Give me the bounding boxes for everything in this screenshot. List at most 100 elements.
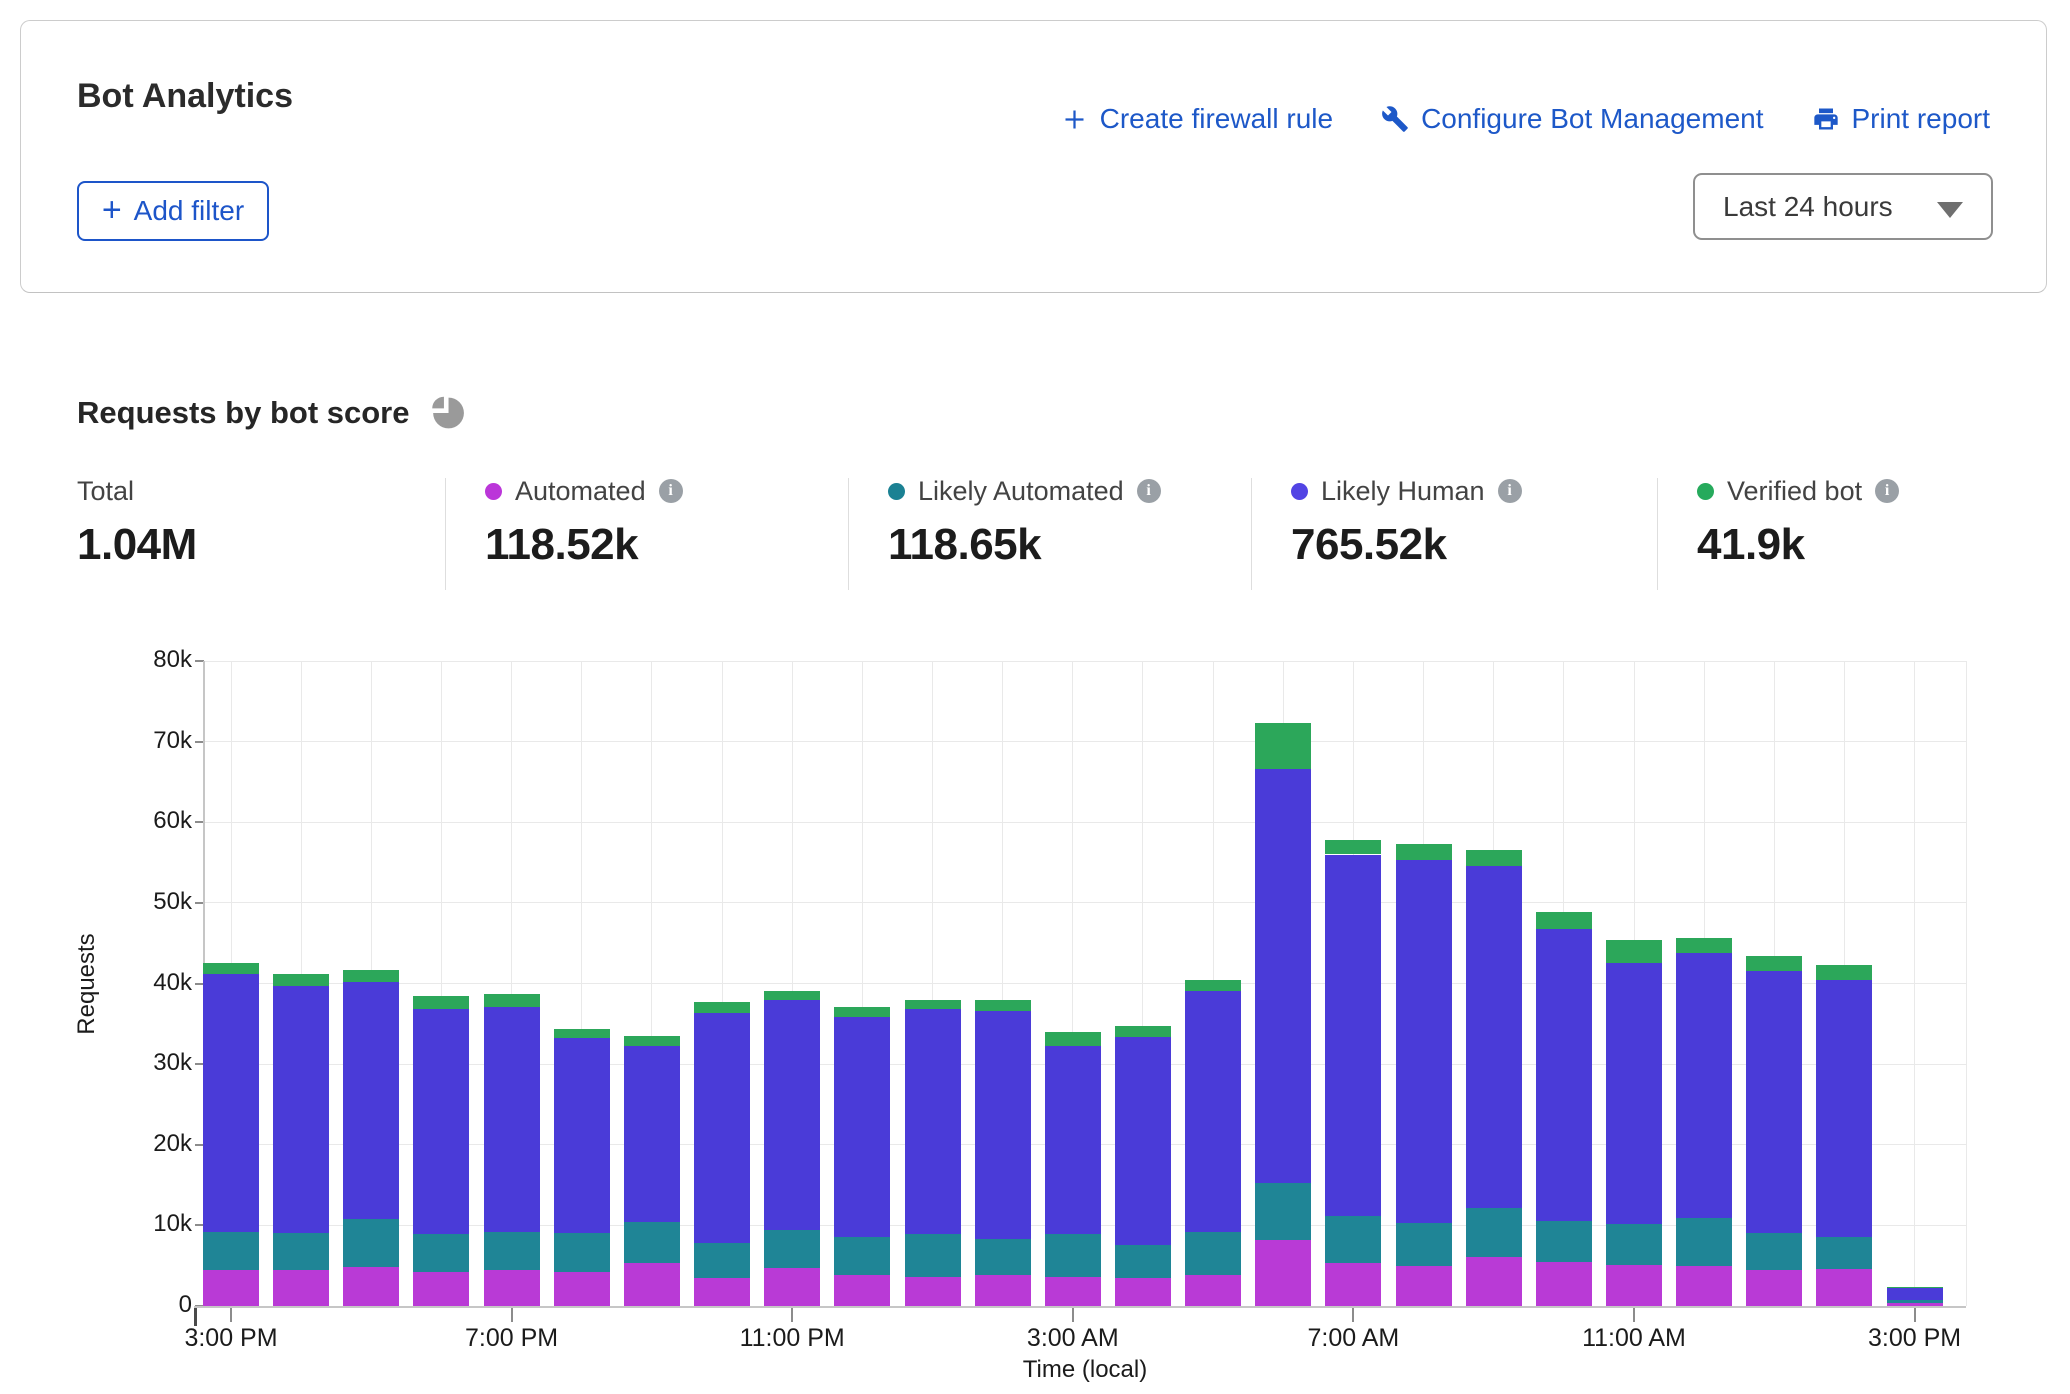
bar-segment-likely-automated[interactable] [1816,1237,1872,1269]
bar-segment-automated[interactable] [834,1275,890,1306]
bar-segment-likely-automated[interactable] [1466,1208,1522,1256]
bar-segment-likely-human[interactable] [764,1000,820,1230]
bar-segment-likely-automated[interactable] [343,1219,399,1267]
bar-segment-automated[interactable] [1045,1277,1101,1306]
bar-segment-likely-human[interactable] [413,1009,469,1234]
bar-segment-verified-bot[interactable] [694,1002,750,1012]
bar-segment-verified-bot[interactable] [1466,850,1522,865]
bar-segment-likely-human[interactable] [1255,769,1311,1183]
bar-segment-automated[interactable] [694,1278,750,1306]
bar-segment-likely-automated[interactable] [1746,1233,1802,1270]
bar-segment-automated[interactable] [1255,1240,1311,1306]
bar-segment-verified-bot[interactable] [975,1000,1031,1010]
bar-segment-likely-automated[interactable] [1887,1300,1943,1303]
bar-segment-likely-automated[interactable] [624,1222,680,1263]
bar-segment-likely-human[interactable] [343,982,399,1219]
bar-segment-verified-bot[interactable] [484,994,540,1007]
bar-segment-verified-bot[interactable] [343,970,399,982]
bar-segment-likely-automated[interactable] [1536,1221,1592,1263]
info-icon[interactable]: i [1875,479,1899,503]
bar-segment-likely-human[interactable] [1185,991,1241,1232]
bar-segment-automated[interactable] [203,1270,259,1306]
bar-segment-likely-human[interactable] [1536,929,1592,1220]
bar-segment-likely-human[interactable] [1045,1046,1101,1234]
bar-segment-automated[interactable] [1536,1262,1592,1306]
bar-segment-likely-automated[interactable] [1676,1218,1732,1266]
bar-segment-automated[interactable] [1606,1265,1662,1306]
bar-segment-likely-human[interactable] [1887,1288,1943,1299]
bar-segment-likely-automated[interactable] [694,1243,750,1278]
bar-segment-likely-automated[interactable] [203,1232,259,1270]
bar-segment-verified-bot[interactable] [1115,1026,1171,1036]
bar-segment-automated[interactable] [1887,1303,1943,1306]
bar-segment-automated[interactable] [1396,1266,1452,1306]
bar-segment-likely-human[interactable] [834,1017,890,1238]
bar-segment-automated[interactable] [1676,1266,1732,1306]
bar-segment-likely-automated[interactable] [834,1237,890,1274]
bar-segment-likely-human[interactable] [1115,1037,1171,1245]
bar-segment-likely-human[interactable] [694,1013,750,1244]
bar-segment-automated[interactable] [764,1268,820,1306]
bar-segment-verified-bot[interactable] [1676,938,1732,953]
bar-segment-verified-bot[interactable] [834,1007,890,1017]
bar-segment-automated[interactable] [1325,1263,1381,1306]
bar-segment-verified-bot[interactable] [1746,956,1802,971]
bar-segment-likely-automated[interactable] [1255,1183,1311,1239]
bar-segment-likely-automated[interactable] [484,1232,540,1270]
bar-segment-likely-automated[interactable] [413,1234,469,1272]
info-icon[interactable]: i [1137,479,1161,503]
bar-segment-verified-bot[interactable] [1325,840,1381,855]
bar-segment-automated[interactable] [484,1270,540,1306]
bar-segment-likely-automated[interactable] [1185,1232,1241,1276]
bar-segment-verified-bot[interactable] [1887,1287,1943,1289]
bar-segment-likely-human[interactable] [1606,963,1662,1223]
bar-segment-likely-human[interactable] [975,1011,1031,1239]
configure-bot-management-link[interactable]: Configure Bot Management [1381,103,1763,135]
bar-segment-likely-human[interactable] [1746,971,1802,1233]
bar-segment-likely-automated[interactable] [1606,1224,1662,1265]
bar-segment-likely-human[interactable] [273,986,329,1233]
bar-segment-likely-automated[interactable] [1396,1223,1452,1266]
bar-segment-likely-human[interactable] [1325,855,1381,1216]
bar-segment-likely-automated[interactable] [1115,1245,1171,1278]
time-range-select[interactable]: Last 24 hours [1693,173,1993,240]
bar-segment-automated[interactable] [1746,1270,1802,1306]
info-icon[interactable]: i [1498,479,1522,503]
bar-segment-verified-bot[interactable] [554,1029,610,1038]
bar-segment-likely-automated[interactable] [273,1233,329,1270]
bar-segment-verified-bot[interactable] [1255,723,1311,769]
bar-segment-automated[interactable] [905,1277,961,1306]
bar-segment-automated[interactable] [624,1263,680,1306]
bar-segment-verified-bot[interactable] [1396,844,1452,860]
bar-segment-verified-bot[interactable] [1536,912,1592,930]
bar-segment-verified-bot[interactable] [1045,1032,1101,1047]
bar-segment-automated[interactable] [273,1270,329,1306]
bar-segment-verified-bot[interactable] [1816,965,1872,980]
bar-segment-automated[interactable] [413,1272,469,1306]
bar-segment-verified-bot[interactable] [905,1000,961,1010]
bar-segment-likely-human[interactable] [1676,953,1732,1218]
bar-segment-automated[interactable] [1185,1275,1241,1306]
bar-segment-likely-automated[interactable] [1325,1216,1381,1264]
add-filter-button[interactable]: + Add filter [77,181,269,241]
bar-segment-automated[interactable] [1816,1269,1872,1306]
bar-segment-verified-bot[interactable] [624,1036,680,1046]
bar-segment-automated[interactable] [1466,1257,1522,1306]
bar-segment-verified-bot[interactable] [1185,980,1241,990]
bar-segment-likely-automated[interactable] [764,1230,820,1268]
bar-segment-likely-human[interactable] [1466,866,1522,1209]
bar-segment-likely-automated[interactable] [1045,1234,1101,1277]
bar-segment-likely-automated[interactable] [905,1234,961,1277]
print-report-link[interactable]: Print report [1812,103,1991,135]
bar-segment-likely-human[interactable] [1816,980,1872,1236]
info-icon[interactable]: i [659,479,683,503]
bar-segment-verified-bot[interactable] [1606,940,1662,963]
bar-segment-verified-bot[interactable] [764,991,820,1001]
bar-segment-verified-bot[interactable] [273,974,329,986]
bar-segment-likely-automated[interactable] [975,1239,1031,1274]
bar-segment-likely-automated[interactable] [554,1233,610,1273]
bar-segment-likely-human[interactable] [554,1038,610,1232]
bar-segment-likely-human[interactable] [905,1009,961,1234]
bar-segment-likely-human[interactable] [1396,860,1452,1223]
bar-segment-automated[interactable] [343,1267,399,1306]
